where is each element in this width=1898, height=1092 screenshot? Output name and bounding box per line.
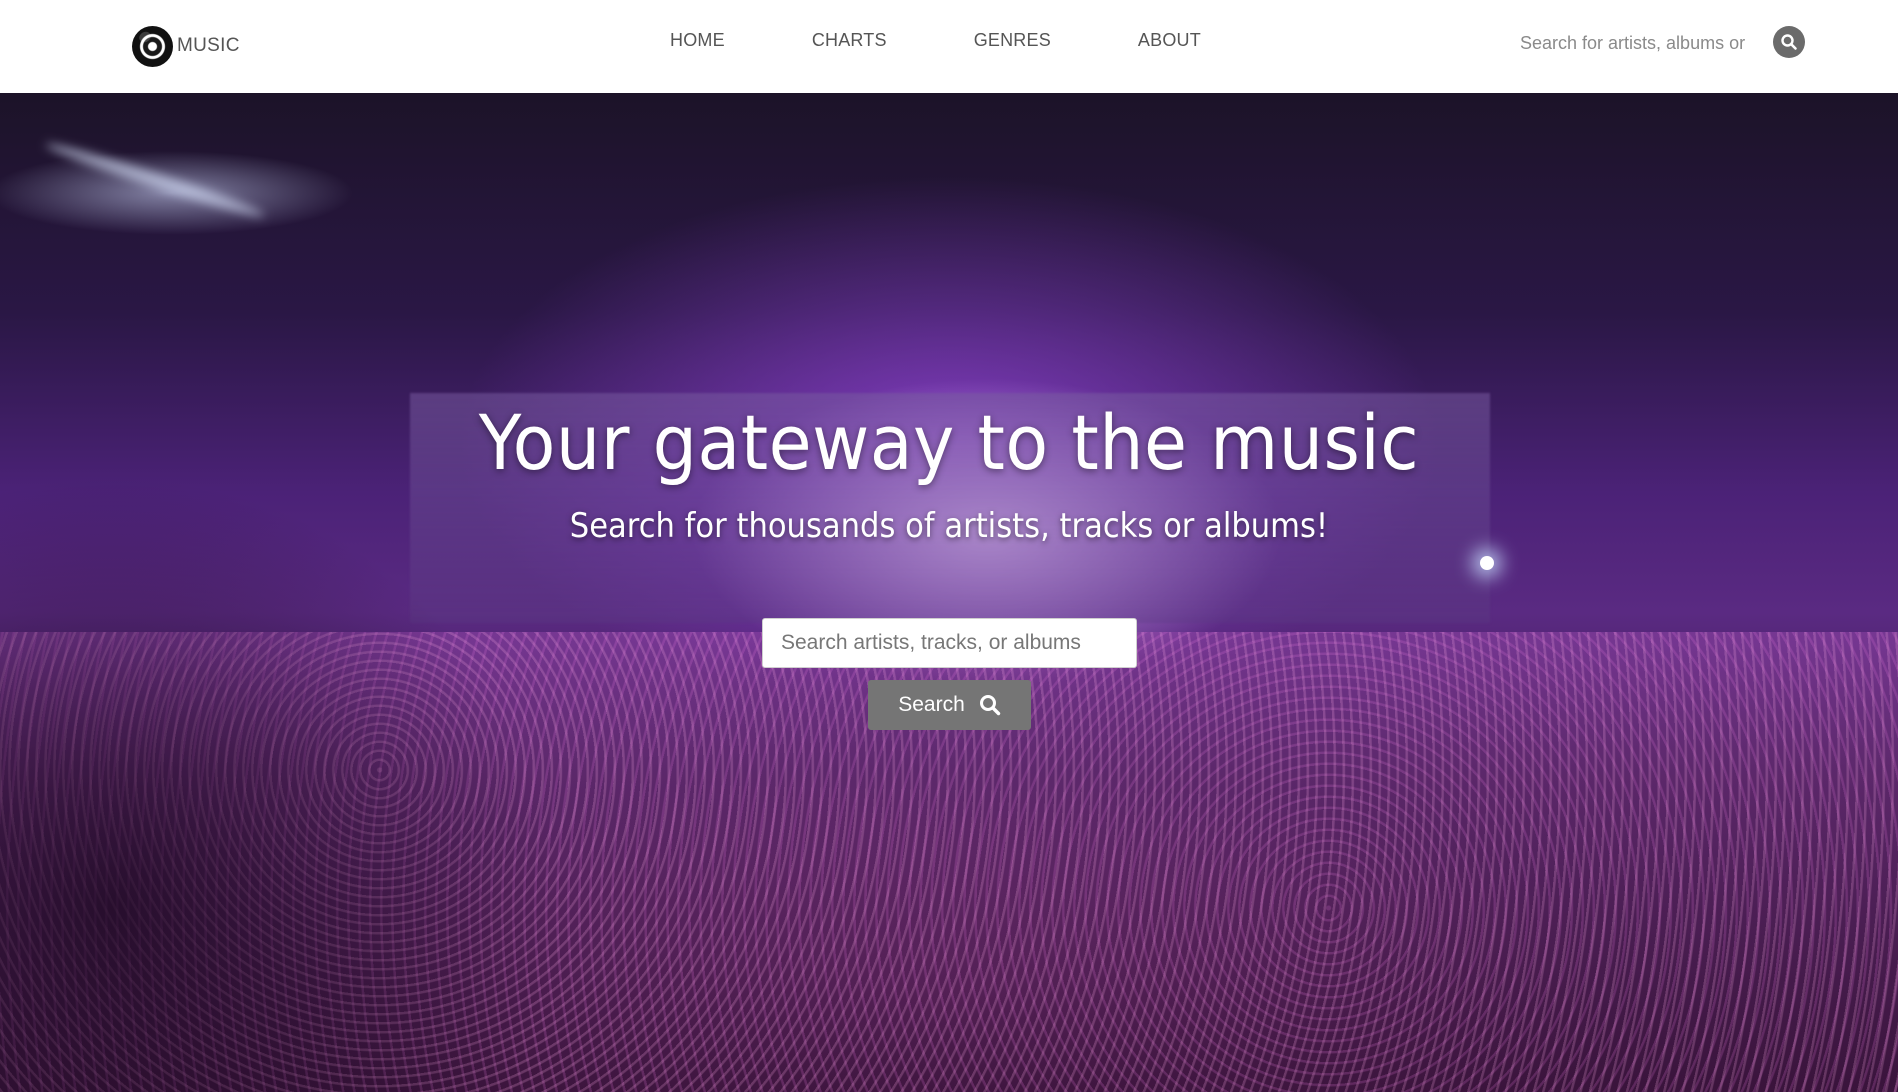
top-navbar: MUSIC HOME CHARTS GENRES ABOUT <box>0 0 1898 93</box>
brand-logo-link[interactable]: MUSIC <box>132 24 240 68</box>
nav-link-home[interactable]: HOME <box>670 30 725 51</box>
hero-search-input[interactable] <box>762 618 1137 668</box>
search-icon <box>979 695 1000 716</box>
hero-section: Your gateway to the music Search for tho… <box>0 93 1898 1092</box>
hero-search-button-label: Search <box>898 693 965 716</box>
vinyl-record-icon <box>132 25 173 67</box>
nav-search-input[interactable] <box>1520 26 1750 60</box>
hero-title: Your gateway to the music <box>478 398 1420 487</box>
nav-link-genres[interactable]: GENRES <box>974 30 1051 51</box>
hero-subtitle: Search for thousands of artists, tracks … <box>569 506 1329 546</box>
nav-link-about[interactable]: ABOUT <box>1138 30 1201 51</box>
hero-content: Your gateway to the music Search for tho… <box>0 93 1898 1092</box>
nav-link-charts[interactable]: CHARTS <box>812 30 887 51</box>
nav-links: HOME CHARTS GENRES ABOUT <box>670 30 1201 51</box>
brand-name: MUSIC <box>177 35 240 56</box>
nav-search-button[interactable] <box>1773 26 1805 58</box>
search-icon <box>1781 34 1797 50</box>
hero-search-button[interactable]: Search <box>868 680 1031 730</box>
